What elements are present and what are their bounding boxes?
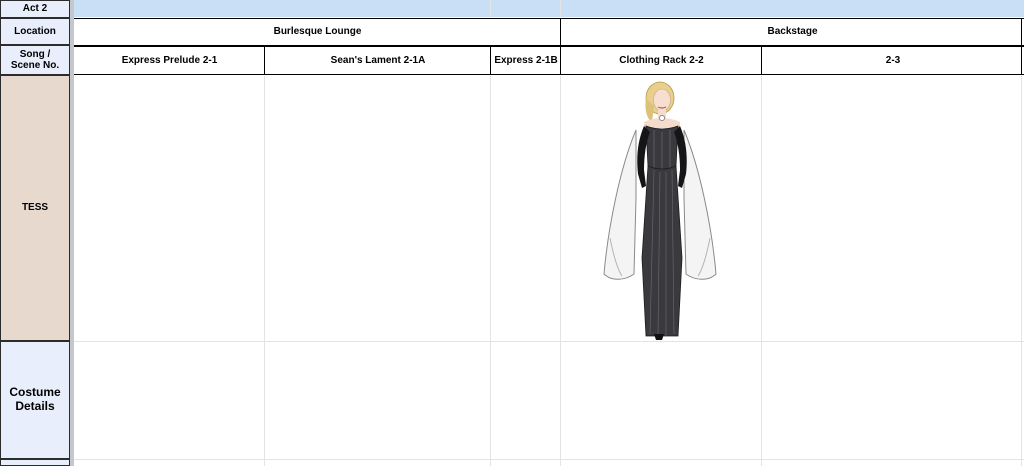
- song-scene-label: Song / Scene No.: [10, 48, 60, 72]
- scene-cell-clothing-rack[interactable]: Clothing Rack 2-2: [561, 46, 762, 75]
- scene-name: Clothing Rack 2-2: [619, 54, 704, 66]
- scene-cell-express-2-1b[interactable]: Express 2-1B: [491, 46, 561, 75]
- scene-cell-seans-lament[interactable]: Sean's Lament 2-1A: [265, 46, 491, 75]
- act-label: Act 2: [22, 3, 48, 15]
- costume-details-label-cell[interactable]: Costume Details: [0, 341, 70, 459]
- act-label-cell[interactable]: Act 2: [0, 0, 70, 18]
- tess-cell-2-3[interactable]: [762, 76, 1021, 341]
- location-name: Backstage: [767, 26, 818, 38]
- character-label: TESS: [21, 202, 49, 214]
- costume-details-cell-2-3[interactable]: [762, 342, 1021, 459]
- costume-details-cell-clothing-rack[interactable]: [561, 342, 761, 459]
- next-row-label-cell[interactable]: [0, 459, 70, 466]
- scene-name: 2-3: [885, 54, 901, 66]
- tess-cell-express-2-1b[interactable]: [491, 76, 560, 341]
- location-label: Location: [14, 25, 56, 37]
- costume-details-cell-express-2-1b[interactable]: [491, 342, 560, 459]
- top-row-band: [74, 0, 1024, 17]
- scene-name: Sean's Lament 2-1A: [330, 54, 426, 66]
- character-label-cell[interactable]: TESS: [0, 75, 70, 341]
- costume-details-cell-seans-lament[interactable]: [265, 342, 490, 459]
- costume-details-cell-express-prelude[interactable]: [74, 342, 264, 459]
- scene-cell-express-prelude[interactable]: Express Prelude 2-1: [74, 46, 265, 75]
- location-name: Burlesque Lounge: [273, 26, 362, 38]
- costume-sketch-image[interactable]: [598, 78, 722, 342]
- tess-cell-seans-lament[interactable]: [265, 76, 490, 341]
- location-cell-burlesque-lounge[interactable]: Burlesque Lounge: [74, 18, 561, 46]
- scene-name: Express 2-1B: [494, 54, 558, 66]
- tess-cell-express-prelude[interactable]: [74, 76, 264, 341]
- scene-name: Express Prelude 2-1: [121, 54, 218, 66]
- song-scene-label-cell[interactable]: Song / Scene No.: [0, 45, 70, 75]
- scene-cell-2-3[interactable]: 2-3: [762, 46, 1024, 75]
- location-cell-backstage[interactable]: Backstage: [561, 18, 1024, 46]
- spreadsheet: Act 2 Location Song / Scene No. TESS Cos…: [0, 0, 1024, 466]
- location-label-cell[interactable]: Location: [0, 18, 70, 45]
- costume-details-label: Costume Details: [9, 385, 61, 413]
